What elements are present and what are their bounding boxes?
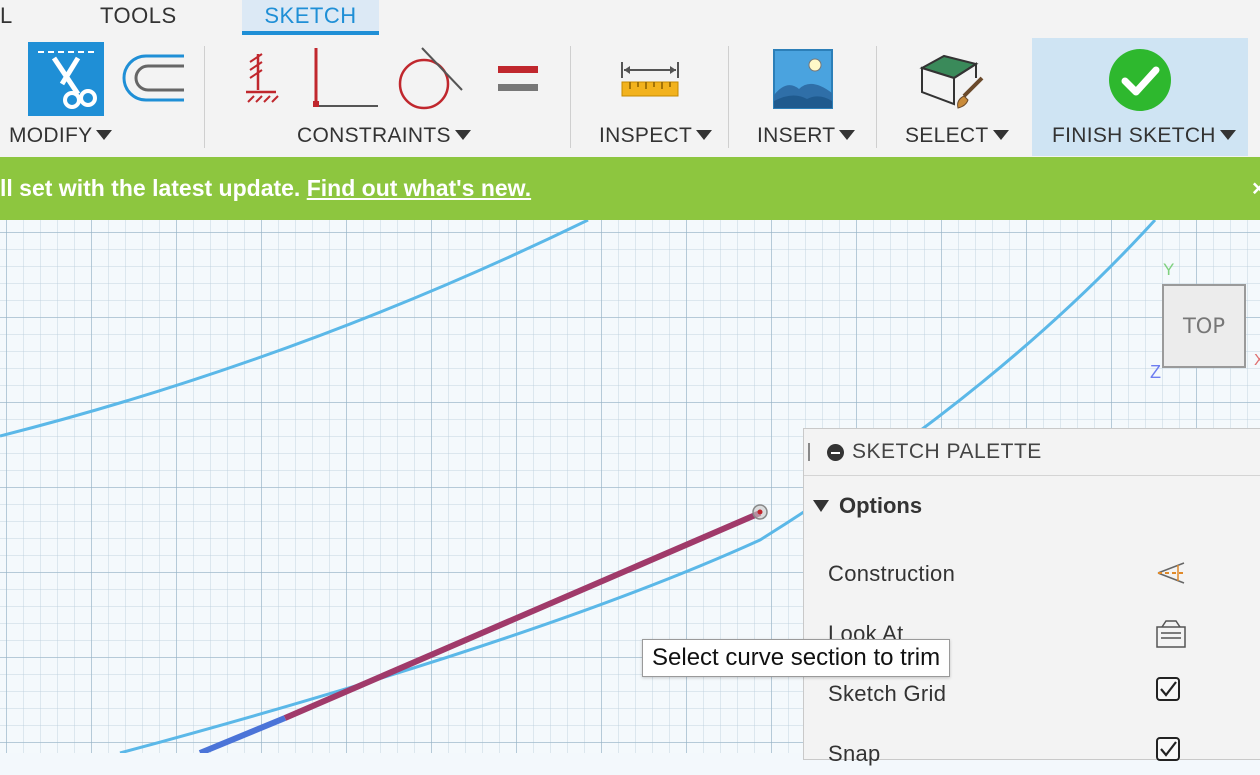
- ruler-icon: [621, 62, 679, 97]
- palette-title: SKETCH PALETTE: [852, 440, 1042, 463]
- chevron-down-icon: [839, 130, 856, 140]
- chevron-down-icon: [992, 130, 1009, 140]
- inspect-menu[interactable]: INSPECT: [599, 122, 713, 150]
- collapse-icon[interactable]: [827, 444, 844, 461]
- update-banner: ll set with the latest update. Find out …: [0, 157, 1260, 220]
- scissors-icon: [38, 51, 97, 109]
- toolbar-ribbon: L TOOLS SKETCH MODIFY CONSTRAINTS INSPEC…: [0, 0, 1260, 158]
- modify-menu[interactable]: MODIFY: [9, 122, 113, 150]
- constraints-menu[interactable]: CONSTRAINTS: [297, 122, 471, 150]
- paint-select-icon: [919, 54, 984, 109]
- snap-checkbox[interactable]: [1156, 737, 1180, 761]
- inspect-label: INSPECT: [599, 124, 693, 147]
- option-label: Construction: [828, 561, 956, 586]
- look-at-button[interactable]: [1154, 619, 1188, 654]
- finish-sketch-button[interactable]: [1108, 48, 1172, 117]
- option-snap: Snap: [828, 735, 1228, 775]
- sketch-palette: SKETCH PALETTE Options Construction Look…: [803, 428, 1260, 766]
- divider: [728, 46, 729, 148]
- fix-constraint-button[interactable]: [242, 50, 280, 113]
- banner-text: ll set with the latest update.: [0, 175, 301, 201]
- sketch-grid-checkbox[interactable]: [1156, 677, 1180, 701]
- option-label: Sketch Grid: [828, 681, 947, 706]
- checkmark-icon: [1160, 681, 1177, 697]
- insert-label: INSERT: [757, 124, 836, 147]
- equal-constraint-button[interactable]: [496, 62, 540, 101]
- equal-icon: [498, 66, 538, 91]
- tab-partial[interactable]: L: [0, 0, 13, 31]
- tangent-constraint-button[interactable]: [398, 46, 466, 117]
- finish-sketch-label: FINISH SKETCH: [1052, 124, 1216, 147]
- construction-button[interactable]: [1154, 559, 1188, 592]
- divider: [876, 46, 877, 148]
- image-icon: [773, 49, 833, 109]
- palette-header[interactable]: SKETCH PALETTE: [804, 429, 1260, 476]
- option-label: Snap: [828, 741, 881, 766]
- measure-tool-button[interactable]: [620, 60, 680, 105]
- divider: [570, 46, 571, 148]
- checkmark-icon: [1160, 741, 1177, 757]
- offset-tool-button[interactable]: [118, 52, 186, 109]
- tab-sketch[interactable]: SKETCH: [242, 0, 379, 35]
- axis-z-label: Z: [1150, 362, 1161, 382]
- line-segment: [198, 715, 287, 753]
- whats-new-link[interactable]: Find out what's new.: [307, 175, 531, 201]
- chevron-down-icon: [1219, 130, 1236, 140]
- options-section-toggle[interactable]: Options: [813, 493, 922, 519]
- trim-tooltip: Select curve section to trim: [642, 639, 951, 677]
- option-sketch-grid: Sketch Grid: [828, 675, 1228, 715]
- axis-y-label: Y: [1163, 260, 1175, 279]
- options-label: Options: [839, 493, 923, 518]
- finish-sketch-menu[interactable]: FINISH SKETCH: [1052, 122, 1236, 150]
- look-at-icon: [1156, 620, 1186, 648]
- viewcube-face-label: TOP: [1182, 314, 1226, 338]
- upper-arc-curve: [0, 220, 589, 438]
- tangent-icon: [398, 47, 463, 110]
- modify-label: MODIFY: [9, 124, 93, 147]
- option-construction: Construction: [828, 555, 1228, 595]
- chevron-down-icon: [96, 130, 113, 140]
- chevron-down-icon: [454, 130, 471, 140]
- select-menu[interactable]: SELECT: [905, 122, 1009, 150]
- constraints-label: CONSTRAINTS: [297, 124, 451, 147]
- axis-x-label: X: [1254, 352, 1260, 369]
- banner-close-icon[interactable]: ×: [1252, 157, 1260, 220]
- insert-menu[interactable]: INSERT: [757, 122, 856, 150]
- tab-tools[interactable]: TOOLS: [100, 0, 177, 31]
- insert-image-button[interactable]: [773, 49, 833, 114]
- trim-tool-button[interactable]: [28, 42, 104, 116]
- select-label: SELECT: [905, 124, 989, 147]
- drag-handle-icon[interactable]: [808, 443, 810, 461]
- perpendicular-constraint-button[interactable]: [310, 46, 380, 115]
- triangle-down-icon: [813, 500, 829, 512]
- trim-highlight-segment: [283, 510, 762, 721]
- endpoint-dot: [757, 509, 763, 515]
- chevron-down-icon: [696, 130, 713, 140]
- checkmark-icon: [1109, 49, 1171, 111]
- offset-icon: [122, 54, 184, 102]
- perpendicular-icon: [313, 48, 378, 107]
- fix-icon: [246, 53, 279, 103]
- divider: [204, 46, 205, 148]
- view-cube[interactable]: TOP: [1162, 284, 1246, 368]
- select-tool-button[interactable]: [918, 48, 986, 115]
- construction-icon: [1157, 562, 1186, 584]
